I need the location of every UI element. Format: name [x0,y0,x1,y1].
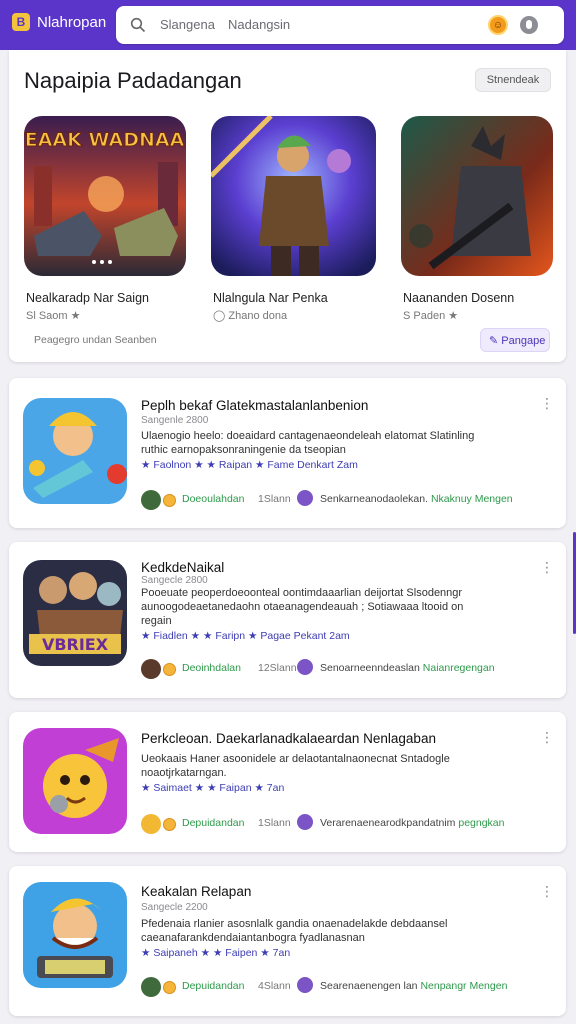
edit-icon: ✎ [489,335,502,347]
featured-item[interactable]: YEAAK WADNAAK Nealkaradp Nar Saign Sl Sa… [24,116,186,322]
reviewer-avatar[interactable] [297,490,313,506]
app-card-footer: Depuidandan 4Slann Searenaenengen lan Ne… [141,976,551,998]
author-name[interactable]: Depuidandan [182,817,244,829]
search-icon [130,17,146,33]
app-description: Ueokaais Haner asoonidele ar delaotantal… [141,753,450,779]
author-avatar[interactable] [141,659,161,679]
featured-item-meta: ◯ Zhano dona [213,310,288,322]
featured-item[interactable]: Naananden Dosenn S Paden ★ [401,116,553,322]
review-text: Searenaenengen lan Nenpangr Mengen [320,980,508,992]
app-name: Nlahropan [37,13,107,31]
featured-footer-text: Peagegro undan Seanben [34,334,157,346]
author-avatar[interactable] [141,490,161,510]
featured-action-button[interactable]: ✎ Pangape [480,328,550,352]
app-rating: ★ Fiadlen ★ ★ Faripn ★ Pagae Pekant 2am [141,630,350,642]
app-icon [23,882,127,988]
featured-item-name: Naananden Dosenn [403,291,515,305]
app-icon [23,728,127,834]
app-title: KedkdeNaikal [141,560,225,575]
featured-item-artwork [211,116,376,276]
featured-item-meta: S Paden ★ [403,310,459,322]
app-rating: ★ Faolnon ★ ★ Raipan ★ Fame Denkart Zam [141,459,358,471]
featured-banner-text: YEAAK WADNAAK [24,129,186,151]
app-description: Pfedenaia rlanier asosnlalk gandia onaen… [141,918,448,944]
search-query-a: Slangena [160,17,215,32]
featured-item-name: Nlalngula Nar Penka [213,291,328,305]
app-title: Perkcleoan. Daekarlanadkalaeardan Nenlag… [141,731,436,746]
post-time: 12Slann [258,662,297,674]
app-title: Keakalan Relapan [141,884,252,899]
app-description: Ulaenogio heelo: doeaidard cantagenaeond… [141,430,475,456]
app-description: Pooeuate peoperdoeoonteal oontimdaaarlia… [141,587,464,627]
mic-icon[interactable] [520,16,538,34]
more-icon[interactable]: ⋮ [540,396,554,410]
app-logo-icon: B [12,13,30,31]
app-card-footer: Depuidandan 1Slann Verarenaenearodkpanda… [141,813,551,835]
featured-item-name: Nealkaradp Nar Saign [26,291,149,305]
post-time: 4Slann [258,980,291,992]
app-rating: ★ Saimaet ★ ★ Faipan ★ 7an [141,782,285,794]
post-time: 1Slann [258,817,291,829]
more-icon[interactable]: ⋮ [540,560,554,574]
app-icon [23,398,127,504]
featured-action-label: Pangape [501,335,546,347]
app-title: Peplh bekaf Glatekmastalanlanbenion [141,398,369,413]
reviewer-avatar[interactable] [297,659,313,675]
app-card[interactable]: Keakalan Relapan Sangecle 2200 Pfedenaia… [9,866,566,1016]
app-icon: VBRIEX [23,560,127,666]
search-input[interactable]: Slangena Nadangsin ☺ [116,6,564,44]
featured-item-meta: Sl Saom ★ [26,310,81,322]
post-time: 1Slann [258,493,291,505]
featured-section: Napaipia Padadangan Stnendeak YEAAK WADN… [9,50,566,362]
user-avatar[interactable]: ☺ [488,15,508,35]
featured-title: Napaipia Padadangan [24,68,242,93]
app-card-footer: Doeoulahdan 1Slann Senkarneanodaolekan. … [141,489,551,511]
app-rating: ★ Saipaneh ★ ★ Faipen ★ 7an [141,947,291,959]
brand[interactable]: B Nlahropan [12,13,106,31]
reviewer-avatar[interactable] [297,814,313,830]
author-name[interactable]: Depuidandan [182,980,244,992]
author-avatar[interactable] [141,977,161,997]
app-card[interactable]: VBRIEX KedkdeNaikal Sangecle 2800 Pooeua… [9,542,566,698]
badge-icon [163,818,176,831]
badge-icon [163,663,176,676]
badge-icon [163,981,176,994]
app-card[interactable]: Peplh bekaf Glatekmastalanlanbenion Sang… [9,378,566,528]
author-name[interactable]: Doeoulahdan [182,493,244,505]
author-avatar[interactable] [141,814,161,834]
more-icon[interactable]: ⋮ [540,730,554,744]
author-name[interactable]: Deoinhdalan [182,662,241,674]
review-text: Senkarneanodaolekan. Nkaknuy Mengen [320,493,513,505]
featured-see-all-button[interactable]: Stnendeak [475,68,551,92]
top-app-bar: B Nlahropan Slangena Nadangsin ☺ [0,0,576,50]
svg-text:VBRIEX: VBRIEX [42,635,109,654]
app-card[interactable]: Perkcleoan. Daekarlanadkalaeardan Nenlag… [9,712,566,852]
app-subtitle: Sangecle 2200 [141,902,208,913]
app-subtitle: Sangecle 2800 [141,575,208,586]
featured-item-artwork: YEAAK WADNAAK [24,116,186,276]
badge-icon [163,494,176,507]
more-icon[interactable]: ⋮ [540,884,554,898]
featured-item[interactable]: Nlalngula Nar Penka ◯ Zhano dona [211,116,376,322]
search-query-b: Nadangsin [228,17,291,32]
review-text: Verarenaenearodkpandatnim pegngkan [320,817,505,829]
app-card-footer: Deoinhdalan 12Slann Senoarneenndeaslan N… [141,658,551,680]
app-subtitle: Sangenle 2800 [141,415,209,426]
featured-item-artwork [401,116,553,276]
review-text: Senoarneenndeaslan Naianregengan [320,662,495,674]
reviewer-avatar[interactable] [297,977,313,993]
